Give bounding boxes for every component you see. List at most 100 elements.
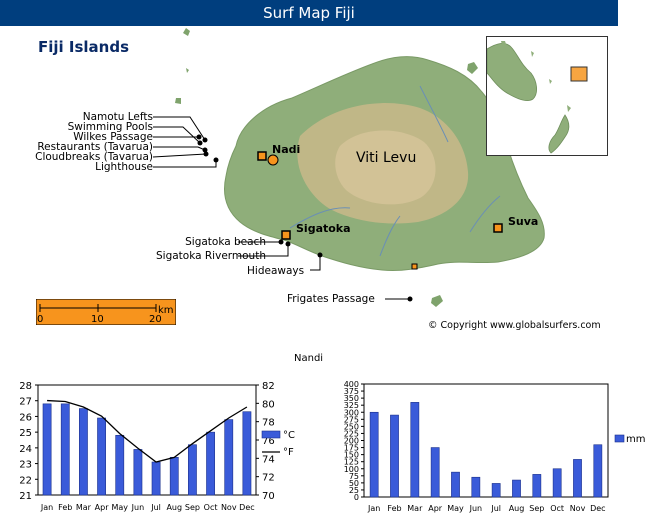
rain-bar-jul — [491, 483, 501, 498]
legend-label-c: °C — [283, 430, 295, 441]
x-tick-label: May — [111, 503, 128, 512]
legend-label-f: °F — [283, 447, 294, 458]
nadi-marker — [257, 151, 267, 161]
rain-bar-aug — [512, 479, 521, 498]
nadi-airport-marker — [267, 154, 279, 166]
y-tick-label: 26 — [19, 412, 32, 423]
x-tick-label: Mar — [76, 503, 92, 512]
temp-bar-oct — [206, 431, 215, 496]
label-lighthouse: Lighthouse — [95, 161, 153, 173]
x-tick-label: Jul — [150, 503, 161, 512]
x-tick-label: Sep — [185, 503, 200, 512]
scale-tick-10: 10 — [91, 314, 104, 325]
x-tick-label: Feb — [387, 504, 401, 513]
label-frigates-passage: Frigates Passage — [287, 293, 375, 305]
inset-map-svg — [487, 41, 588, 154]
x-tick-label: Feb — [58, 503, 72, 512]
x-tick-label: Oct — [204, 503, 218, 512]
temp-bar-jan — [42, 403, 52, 496]
x-tick-label: Apr — [428, 504, 443, 513]
y-tick-label: 21 — [19, 491, 32, 502]
y2-tick-label: 80 — [262, 399, 275, 410]
x-tick-label: Mar — [407, 504, 423, 513]
y2-tick-label: 72 — [262, 473, 275, 484]
suva-marker — [493, 223, 503, 233]
x-tick-label: Aug — [166, 503, 182, 512]
temp-bar-dec — [242, 411, 252, 496]
scale-tick-20: 20 — [149, 314, 162, 325]
y2-tick-label: 70 — [262, 491, 275, 502]
rain-bar-nov — [573, 459, 582, 498]
temp-bar-aug — [169, 456, 179, 496]
y-tick-label: 23 — [19, 460, 32, 471]
small-island — [467, 62, 478, 74]
temp-bar-jun — [133, 449, 143, 496]
x-tick-label: Nov — [221, 503, 237, 512]
x-tick-label: May — [447, 504, 464, 513]
legend-swatch-mm — [614, 434, 625, 443]
temp-bar-sep — [188, 444, 197, 496]
scale-bar: km 0 10 20 — [36, 299, 176, 325]
city-sigatoka: Sigatoka — [296, 222, 351, 235]
small-island — [183, 28, 190, 36]
rain-bar-dec — [593, 444, 603, 498]
temp-bar-feb — [60, 403, 70, 496]
x-tick-label: Nov — [570, 504, 586, 513]
x-tick-label: Jul — [490, 504, 501, 513]
temp-bar-may — [115, 434, 125, 496]
inset-fiji-marker — [570, 66, 588, 82]
rain-bar-jan — [369, 411, 379, 498]
x-tick-label: Apr — [95, 503, 110, 512]
label-sigatoka-rivermouth: Sigatoka Rivermouth — [156, 250, 266, 262]
y2-tick-label: 74 — [262, 454, 275, 465]
temp-bar-nov — [224, 419, 234, 496]
small-island — [175, 98, 181, 104]
y-tick-label: 22 — [19, 475, 32, 486]
temp-bar-mar — [79, 408, 88, 496]
rain-bar-may — [451, 471, 460, 498]
temp-bar-apr — [97, 417, 106, 496]
x-tick-label: Dec — [590, 504, 605, 513]
rain-bar-jun — [471, 476, 481, 498]
y2-tick-label: 82 — [262, 381, 275, 392]
temp-bar-jul — [151, 461, 161, 496]
page-title-bar: Surf Map Fiji — [0, 0, 618, 26]
south-marker — [411, 263, 418, 270]
x-tick-label: Aug — [509, 504, 525, 513]
plot-frame — [363, 383, 609, 498]
rain-bar-feb — [390, 414, 399, 498]
city-nadi: Nadi — [272, 143, 301, 156]
island-name: Viti Levu — [356, 150, 417, 166]
y-tick-label: 24 — [19, 444, 32, 455]
y-tick-label: 28 — [19, 381, 32, 392]
scale-tick-0: 0 — [37, 314, 43, 325]
legend-swatch-c — [261, 430, 281, 439]
x-tick-label: Sep — [529, 504, 544, 513]
y-tick-label: 25 — [19, 428, 32, 439]
page-title: Surf Map Fiji — [263, 4, 355, 22]
small-island — [431, 295, 443, 307]
label-hideaways: Hideaways — [247, 265, 305, 277]
x-tick-label: Jun — [469, 504, 483, 513]
sigatoka-marker — [281, 230, 291, 240]
rain-bar-apr — [430, 447, 440, 498]
x-tick-label: Dec — [239, 503, 254, 512]
region-title: Fiji Islands — [38, 38, 130, 56]
label-sigatoka-beach: Sigatoka beach — [185, 236, 266, 248]
y2-tick-label: 78 — [262, 418, 275, 429]
plot-frame — [37, 384, 257, 496]
x-tick-label: Jan — [40, 503, 53, 512]
temp-f-line — [47, 399, 248, 463]
rainfall-chart: 0255075100125150175200225250275300325350… — [344, 380, 646, 513]
copyright-text: © Copyright www.globalsurfers.com — [428, 320, 601, 331]
rain-bar-oct — [552, 468, 562, 498]
temperature-chart: 212223242526272870727476788082Jan Feb Mar A… — [19, 381, 295, 512]
x-tick-label: Oct — [550, 504, 564, 513]
legend-label-mm: mm — [626, 434, 645, 445]
charts-caption: Nandi — [294, 353, 324, 364]
y-tick-label: 400 — [344, 380, 359, 389]
inset-map — [486, 36, 608, 156]
city-suva: Suva — [508, 215, 539, 228]
y-tick-label: 27 — [19, 397, 32, 408]
x-tick-label: Jan — [367, 504, 380, 513]
